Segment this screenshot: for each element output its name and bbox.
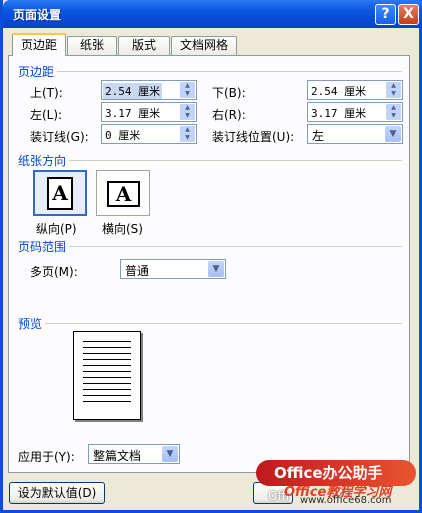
section-title-orientation: 纸张方向: [18, 152, 70, 169]
tab-document-grid[interactable]: 文档网格: [171, 36, 237, 55]
section-title-margins: 页边距: [18, 63, 58, 80]
preview-line: [83, 395, 131, 396]
landscape-page-icon: A: [107, 181, 140, 207]
spin-arrows-icon[interactable]: ▲ ▼: [386, 82, 401, 98]
title-bar[interactable]: 页面设置 ? X: [3, 0, 422, 28]
chevron-down-icon[interactable]: ▼: [162, 446, 178, 462]
gutter-position-select[interactable]: 左 ▼: [307, 124, 403, 144]
set-default-button[interactable]: 设为默认值(D): [9, 482, 105, 504]
chevron-down-icon[interactable]: ▼: [385, 126, 401, 142]
gutter-position-label: 装订线位置(U):: [212, 130, 295, 144]
chevron-down-icon[interactable]: ▼: [208, 261, 224, 277]
top-margin-spinner[interactable]: 2.54 厘米 ▲ ▼: [101, 80, 197, 100]
left-margin-spinner[interactable]: 3.17 厘米 ▲ ▼: [101, 102, 197, 122]
divider: [22, 71, 402, 72]
preview-line: [83, 371, 131, 372]
spin-arrows-icon[interactable]: ▲ ▼: [180, 104, 195, 120]
tab-paper[interactable]: 纸张: [67, 36, 117, 55]
spin-arrows-icon[interactable]: ▲ ▼: [180, 126, 195, 142]
right-margin-label: 右(R):: [212, 108, 246, 122]
left-margin-label: 左(L):: [30, 108, 63, 122]
multiple-pages-label: 多页(M):: [30, 265, 78, 279]
preview-line: [83, 383, 131, 384]
preview-line: [83, 365, 131, 366]
multiple-pages-select[interactable]: 普通 ▼: [120, 259, 226, 279]
tab-margins[interactable]: 页边距: [12, 33, 66, 56]
right-margin-spinner[interactable]: 3.17 厘米 ▲ ▼: [307, 102, 403, 122]
preview-line: [83, 347, 131, 348]
apply-to-select[interactable]: 整篇文档 ▼: [88, 444, 180, 464]
divider: [22, 246, 402, 247]
help-button[interactable]: ?: [375, 4, 396, 25]
preview-line: [83, 377, 131, 378]
bottom-margin-label: 下(B):: [212, 86, 246, 100]
landscape-label: 横向(S): [102, 222, 143, 236]
preview-line: [83, 359, 131, 360]
portrait-label: 纵向(P): [36, 222, 77, 236]
landscape-button[interactable]: A: [96, 170, 150, 216]
apply-to-label: 应用于(Y):: [18, 450, 75, 464]
tab-layout[interactable]: 版式: [118, 36, 170, 55]
section-title-preview: 预览: [18, 315, 46, 332]
portrait-page-icon: A: [47, 177, 73, 210]
preview-line: [83, 401, 131, 402]
close-button[interactable]: X: [398, 4, 419, 25]
bottom-margin-spinner[interactable]: 2.54 厘米 ▲ ▼: [307, 80, 403, 100]
preview-line: [83, 353, 131, 354]
portrait-button[interactable]: A: [33, 170, 87, 216]
preview-page: [73, 331, 141, 420]
window-title: 页面设置: [13, 8, 62, 22]
preview-line: [83, 341, 131, 342]
top-margin-label: 上(T):: [30, 86, 63, 100]
gutter-label: 装订线(G):: [30, 130, 89, 144]
preview-line: [83, 389, 131, 390]
spin-arrows-icon[interactable]: ▲ ▼: [386, 104, 401, 120]
gutter-spinner[interactable]: 0 厘米 ▲ ▼: [101, 124, 197, 144]
watermark-url: www.office68.com: [300, 495, 392, 506]
section-title-pages: 页码范围: [18, 238, 70, 255]
divider: [22, 160, 402, 161]
spin-arrows-icon[interactable]: ▲ ▼: [180, 82, 195, 98]
divider: [22, 323, 402, 324]
